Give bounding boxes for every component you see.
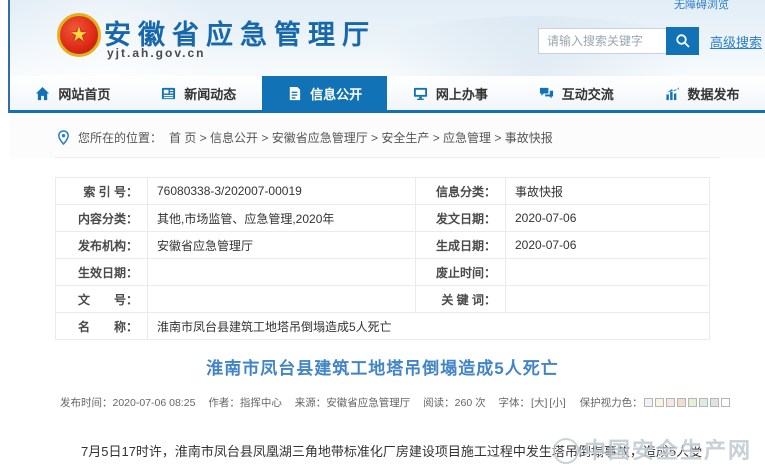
eye-color-swatch[interactable] [710,398,719,407]
meta-label: 关 键 词： [416,286,506,313]
eye-color-swatch[interactable] [699,398,708,407]
article-title: 淮南市凤台县建筑工地塔吊倒塌造成5人死亡 [55,354,710,379]
article-content-area: 索 引 号： 76080338-3/202007-00019 信息分类： 事故快… [55,158,710,467]
meta-value-document-name: 淮南市凤台县建筑工地塔吊倒塌造成5人死亡 [148,313,710,340]
home-icon [35,86,50,101]
nav-item-label: 网站首页 [58,84,110,103]
table-row: 名 称： 淮南市凤台县建筑工地塔吊倒塌造成5人死亡 [56,313,710,340]
search-icon [675,33,691,49]
font-small-button[interactable]: [小] [549,397,565,409]
nav-item-data-release[interactable]: 数据发布 [639,76,765,110]
nav-item-label: 数据发布 [688,84,740,103]
table-row: 生效日期： 废止时间： [56,259,710,286]
table-row: 内容分类： 其他,市场监管、应急管理,2020年 发文日期： 2020-07-0… [56,205,710,232]
site-url: yjt.ah.gov.cn [107,46,205,60]
location-pin-icon [56,130,71,145]
meta-label: 生成日期： [416,232,506,259]
meta-value [148,286,416,313]
nav-item-label: 信息公开 [310,84,362,103]
page-left-border [8,0,10,113]
meta-value: 2020-07-06 [506,232,710,259]
national-emblem-logo: ★ [57,13,101,57]
meta-value: 76080338-3/202007-00019 [148,178,416,205]
article-text: 7月5日17时许，淮南市凤台县凤凰湖三角地带标准化厂房建设项目施工过程中发生塔吊… [55,444,702,467]
emblem-star-icon: ★ [70,25,88,45]
breadcrumb: 您所在的位置： 首 页 > 信息公开 > 安徽省应急管理厅 > 安全生产 > 应… [10,116,765,158]
meta-label: 名 称： [56,313,148,340]
eye-color-swatch[interactable] [688,398,697,407]
search-button[interactable] [666,27,699,55]
eye-color-swatch[interactable] [655,398,664,407]
meta-label: 信息分类： [416,178,506,205]
meta-value [506,259,710,286]
table-row: 文 号： 关 键 词： [56,286,710,313]
article-meta-line: 发布时间：2020-07-06 08:25 作者：指挥中心 来源：安徽省应急管理… [55,395,710,410]
eye-color-swatch[interactable] [644,398,653,407]
breadcrumb-prefix: 您所在的位置： [78,129,162,146]
font-size-label: 字体： [499,397,531,409]
breadcrumb-path[interactable]: 首 页 > 信息公开 > 安徽省应急管理厅 > 安全生产 > 应急管理 > 事故… [169,129,553,146]
nav-item-interaction[interactable]: 互动交流 [513,76,639,110]
author-value: 指挥中心 [240,397,282,409]
search-input[interactable] [538,28,666,54]
accessibility-link[interactable]: 无障碍浏览 [674,0,729,12]
nav-item-label: 互动交流 [562,84,614,103]
nav-item-label: 网上办事 [436,84,488,103]
publish-time-label: 发布时间： [60,397,113,409]
eye-color-swatch[interactable] [666,398,675,407]
nav-item-home[interactable]: 网站首页 [10,76,136,110]
meta-label: 发布机构： [56,232,148,259]
nav-item-online-services[interactable]: 网上办事 [387,76,513,110]
table-row: 发布机构： 安徽省应急管理厅 生成日期： 2020-07-06 [56,232,710,259]
meta-label: 废止时间： [416,259,506,286]
article-body-paragraph: 7月5日17时许，淮南市凤台县凤凰湖三角地带标准化厂房建设项目施工过程中发生塔吊… [55,441,710,467]
table-row: 索 引 号： 76080338-3/202007-00019 信息分类： 事故快… [56,178,710,205]
main-nav: 网站首页 新闻动态 信息公开 网上办事 互动交流 数据发布 [10,76,765,113]
meta-label: 文 号： [56,286,148,313]
meta-value: 安徽省应急管理厅 [148,232,416,259]
meta-value: 事故快报 [506,178,710,205]
meta-value [148,259,416,286]
meta-label: 内容分类： [56,205,148,232]
eye-protect-label: 保护视力色： [580,397,643,409]
eye-color-swatch[interactable] [721,398,730,407]
advanced-search-link[interactable]: 高级搜索 [710,32,762,51]
meta-value: 其他,市场监管、应急管理,2020年 [148,205,416,232]
eye-color-swatch[interactable] [677,398,686,407]
nav-item-news[interactable]: 新闻动态 [136,76,262,110]
views-label: 阅读： [423,397,455,409]
font-large-button[interactable]: [大] [531,397,547,409]
monitor-icon [413,86,428,101]
source-label: 来源： [295,397,327,409]
meta-label: 发文日期： [416,205,506,232]
nav-item-label: 新闻动态 [184,84,236,103]
search-area: 高级搜索 [538,27,762,55]
nav-item-info-disclosure[interactable]: 信息公开 [262,76,388,110]
meta-label: 索 引 号： [56,178,148,205]
chat-icon [539,86,554,101]
info-doc-icon [287,86,302,101]
author-label: 作者： [208,397,240,409]
chart-icon [665,86,680,101]
publish-time-value: 2020-07-06 08:25 [113,397,196,409]
meta-value: 2020-07-06 [506,205,710,232]
news-icon [161,86,176,101]
source-value: 安徽省应急管理厅 [326,397,410,409]
meta-label: 生效日期： [56,259,148,286]
meta-value [506,286,710,313]
views-value: 260 次 [455,397,486,409]
document-meta-table: 索 引 号： 76080338-3/202007-00019 信息分类： 事故快… [55,177,710,340]
